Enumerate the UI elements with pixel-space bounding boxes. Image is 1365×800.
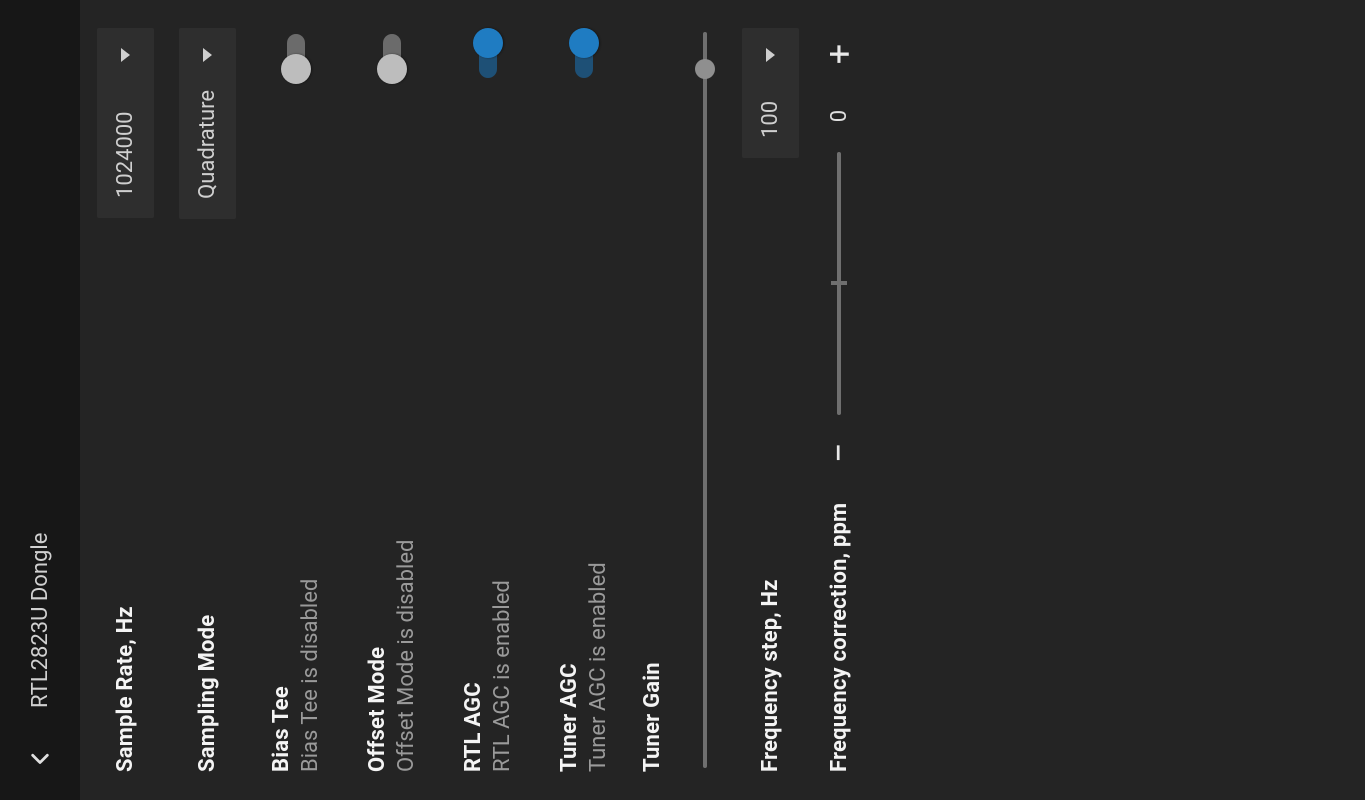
tuner-gain-slider[interactable] [685, 32, 725, 768]
row-tuner-agc[interactable]: Tuner AGC Tuner AGC is enabled [536, 0, 632, 800]
bias-tee-status: Bias Tee is disabled [298, 100, 323, 772]
caret-down-icon [203, 48, 212, 62]
freq-step-label: Frequency step, Hz [758, 174, 783, 772]
row-tuner-gain: Tuner Gain [632, 0, 729, 800]
ppm-slider[interactable] [819, 152, 859, 415]
caret-down-icon [121, 48, 130, 62]
chevron-left-icon [29, 747, 51, 769]
row-freq-correction: Frequency correction, ppm − 0 + [811, 0, 859, 800]
caret-down-icon [766, 48, 775, 62]
freq-correction-value: 0 [827, 92, 852, 140]
rtl-agc-label: RTL AGC [461, 100, 486, 772]
slider-thumb-icon[interactable] [695, 59, 715, 79]
app-bar: RTL2823U Dongle [0, 0, 80, 800]
offset-mode-label: Offset Mode [365, 100, 390, 772]
freq-step-value: 100 [758, 90, 783, 138]
offset-mode-status: Offset Mode is disabled [394, 100, 419, 772]
sampling-mode-value: Quadrature [195, 90, 220, 199]
freq-correction-label: Frequency correction, ppm [827, 503, 852, 772]
sampling-mode-label: Sampling Mode [195, 235, 220, 772]
sample-rate-label: Sample Rate, Hz [113, 234, 138, 772]
bias-tee-switch[interactable] [278, 28, 314, 84]
back-button[interactable] [22, 740, 58, 776]
tuner-agc-status: Tuner AGC is enabled [586, 100, 611, 772]
sample-rate-dropdown[interactable]: 1024000 [97, 28, 154, 218]
row-rtl-agc[interactable]: RTL AGC RTL AGC is enabled [440, 0, 536, 800]
tuner-agc-label: Tuner AGC [557, 100, 582, 772]
rtl-agc-status: RTL AGC is enabled [490, 100, 515, 772]
tuner-gain-label: Tuner Gain [640, 28, 665, 772]
sampling-mode-dropdown[interactable]: Quadrature [179, 28, 236, 219]
ppm-center-tick-icon [831, 281, 847, 285]
row-sample-rate[interactable]: Sample Rate, Hz 1024000 [84, 0, 166, 800]
freq-step-dropdown[interactable]: 100 [742, 28, 799, 158]
bias-tee-label: Bias Tee [269, 100, 294, 772]
row-sampling-mode[interactable]: Sampling Mode Quadrature [166, 0, 248, 800]
row-freq-step[interactable]: Frequency step, Hz 100 [729, 0, 811, 800]
settings-list: Sample Rate, Hz 1024000 Sampling Mode Qu… [80, 0, 1365, 800]
page-title: RTL2823U Dongle [28, 533, 53, 708]
row-bias-tee[interactable]: Bias Tee Bias Tee is disabled [248, 0, 344, 800]
sample-rate-value: 1024000 [113, 90, 138, 198]
offset-mode-switch[interactable] [374, 28, 410, 84]
row-offset-mode[interactable]: Offset Mode Offset Mode is disabled [344, 0, 440, 800]
ppm-minus-button[interactable]: − [821, 427, 857, 479]
rtl-agc-switch[interactable] [470, 28, 506, 84]
screen-root: RTL2823U Dongle Sample Rate, Hz 1024000 … [0, 0, 1365, 800]
tuner-agc-switch[interactable] [566, 28, 602, 84]
ppm-plus-button[interactable]: + [821, 28, 857, 80]
